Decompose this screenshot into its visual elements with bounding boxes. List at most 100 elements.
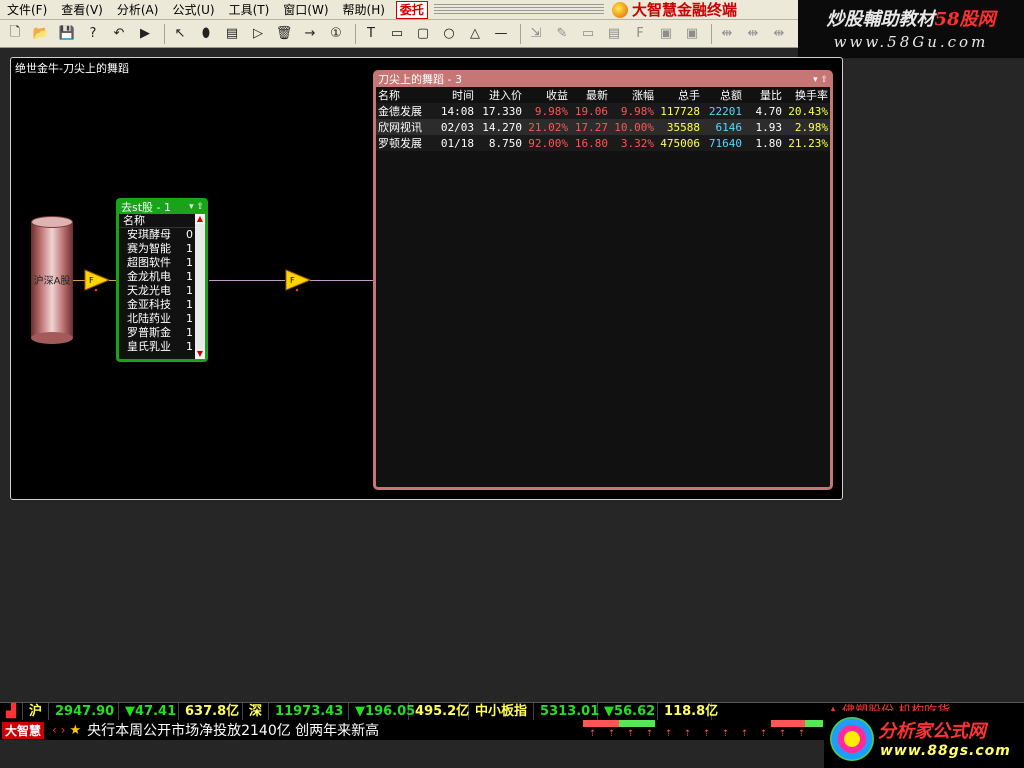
result-panel[interactable]: 刀尖上的舞蹈 - 3 ▾ ⇧ 名称 时间 进入价 收益 最新 涨幅 总手 总额 量比 换手率 金德… <box>373 70 833 490</box>
tool-d-icon[interactable]: ▤ <box>603 23 625 45</box>
scroll-up-icon[interactable]: ▲ <box>195 214 205 224</box>
table-row[interactable]: 欣网视讯 02/03 14.270 21.02% 17.27 10.00% 35588 614… <box>376 119 830 135</box>
up-arrow-icon: ⇡ <box>683 729 692 739</box>
filter-list-item[interactable]: 罗普斯金 1 <box>119 326 205 340</box>
formula-canvas[interactable]: 绝世金牛-刀尖上的舞蹈 沪深A股 F 去st股 - 1 ▾ ⇧ 名称 安琪酵母 0… <box>10 57 843 500</box>
filter-list-item[interactable]: 赛为智能 1 <box>119 242 205 256</box>
circle-icon[interactable]: ○ <box>438 23 460 45</box>
column-header[interactable]: 收益 <box>524 87 570 103</box>
column-header[interactable]: 总手 <box>656 87 702 103</box>
save-icon[interactable]: 💾 <box>56 23 78 45</box>
menu-file[interactable]: 文件(F) <box>0 0 54 20</box>
filter-panel[interactable]: 去st股 - 1 ▾ ⇧ 名称 安琪酵母 0 赛为智能 1 超图软件 1 金龙机电 1 天龙光电… <box>116 198 208 362</box>
filter-list-item[interactable]: 金龙机电 1 <box>119 270 205 284</box>
toolbar-separator <box>711 23 712 44</box>
stock-name: 北陆药业 <box>127 312 171 325</box>
filter-list-item[interactable]: 天龙光电 1 <box>119 284 205 298</box>
table-cell: 92.00% <box>524 135 570 151</box>
filter-icon[interactable]: ▷ <box>247 23 269 45</box>
column-header[interactable]: 涨幅 <box>610 87 656 103</box>
table-cell: 1.80 <box>744 135 784 151</box>
align-b-icon[interactable]: ⇹ <box>742 23 764 45</box>
help-icon[interactable]: ? <box>82 23 104 45</box>
result-panel-title: 刀尖上的舞蹈 - 3 <box>378 73 462 86</box>
menu-help[interactable]: 帮助(H) <box>336 0 392 20</box>
menu-window[interactable]: 窗口(W) <box>276 0 335 20</box>
news-nav-arrows[interactable]: ‹ › <box>52 723 65 737</box>
filter-node-1[interactable]: F <box>84 268 110 292</box>
triangle-icon[interactable]: △ <box>464 23 486 45</box>
table-cell: 9.98% <box>524 103 570 119</box>
tool-b-icon[interactable]: ✎ <box>551 23 573 45</box>
brand-name: 大智慧金融终端 <box>631 1 737 19</box>
dzh-logo: 大智慧 <box>2 721 45 739</box>
open-icon[interactable]: 📂 <box>30 23 52 45</box>
stock-name: 超图软件 <box>127 256 171 269</box>
menu-analysis[interactable]: 分析(A) <box>110 0 166 20</box>
up-arrow-icon: ⇡ <box>740 729 749 739</box>
menu-tools[interactable]: 工具(T) <box>222 0 277 20</box>
sz-index[interactable]: 11973.43 <box>269 702 350 721</box>
line-icon[interactable]: — <box>490 23 512 45</box>
new-icon[interactable]: 🗋 <box>4 23 26 45</box>
table-cell: 16.80 <box>570 135 610 151</box>
round-rect-icon[interactable]: ▢ <box>412 23 434 45</box>
align-a-icon[interactable]: ⇹ <box>716 23 738 45</box>
rect-icon[interactable]: ▭ <box>386 23 408 45</box>
tool-e-icon[interactable]: F <box>629 23 651 45</box>
sh-index[interactable]: 2947.90 <box>49 702 120 721</box>
database-node[interactable]: 沪深A股 <box>31 216 73 344</box>
filter-panel-header: 去st股 - 1 ▾ ⇧ <box>119 201 205 214</box>
column-header[interactable]: 时间 <box>438 87 476 103</box>
column-header[interactable]: 进入价 <box>476 87 524 103</box>
table-icon[interactable]: ▤ <box>221 23 243 45</box>
delegate-button[interactable]: 委托 <box>395 0 428 19</box>
column-header[interactable]: 名称 <box>376 87 438 103</box>
arrow-icon[interactable]: → <box>299 23 321 45</box>
tool-f-icon[interactable]: ▣ <box>655 23 677 45</box>
table-cell: 17.330 <box>476 103 524 119</box>
column-header[interactable]: 最新 <box>570 87 610 103</box>
up-arrow-icon: ⇡ <box>721 729 730 739</box>
filter-list-item[interactable]: 安琪酵母 0 <box>119 228 205 242</box>
brand: 大智慧金融终端 <box>611 0 737 20</box>
filter-triangle-icon: F <box>84 269 110 292</box>
stock-count: 1 <box>186 256 193 269</box>
scroll-down-icon[interactable]: ▼ <box>195 349 205 359</box>
table-row[interactable]: 金德发展 14:08 17.330 9.98% 19.06 9.98% 117728 2220… <box>376 103 830 119</box>
filter-node-2[interactable]: F <box>285 268 311 292</box>
align-c-icon[interactable]: ⇹ <box>768 23 790 45</box>
menu-view[interactable]: 查看(V) <box>54 0 110 20</box>
tool-a-icon[interactable]: ⇲ <box>525 23 547 45</box>
table-cell: 欣网视讯 <box>376 119 438 135</box>
column-header[interactable]: 总额 <box>702 87 744 103</box>
column-header[interactable]: 换手率 <box>784 87 830 103</box>
news-headline[interactable]: 央行本周公开市场净投放2140亿 创两年来新高 <box>87 720 379 740</box>
table-cell: 1.93 <box>744 119 784 135</box>
database-icon[interactable]: ⬮ <box>195 23 217 45</box>
text-icon[interactable]: T <box>360 23 382 45</box>
sme-index[interactable]: 5313.01 <box>534 702 599 721</box>
menubar-spacer <box>433 3 604 16</box>
pointer-icon[interactable]: ↖ <box>169 23 191 45</box>
filter-list-item[interactable]: 北陆药业 1 <box>119 312 205 326</box>
trash-icon[interactable]: 🗑 <box>273 23 295 45</box>
undo-icon[interactable]: ↶ <box>108 23 130 45</box>
filter-list-item[interactable]: 皇氏乳业 1 <box>119 340 205 354</box>
column-header[interactable]: 量比 <box>744 87 784 103</box>
number-icon[interactable]: ① <box>325 23 347 45</box>
watermark-bottom-title: 分析家公式网 <box>878 721 986 742</box>
filter-list-item[interactable]: 超图软件 1 <box>119 256 205 270</box>
table-row[interactable]: 罗顿发展 01/18 8.750 92.00% 16.80 3.32% 475006 7164… <box>376 135 830 151</box>
filter-list-item[interactable]: 金亚科技 1 <box>119 298 205 312</box>
star-icon: ★ <box>69 722 82 738</box>
sme-label: 中小板指 <box>469 702 535 721</box>
stock-count: 1 <box>186 298 193 311</box>
filter-panel-controls[interactable]: ▾ ⇧ <box>189 201 204 214</box>
tool-g-icon[interactable]: ▣ <box>681 23 703 45</box>
menu-formula[interactable]: 公式(U) <box>165 0 221 20</box>
run-icon[interactable]: ▶ <box>134 23 156 45</box>
tool-c-icon[interactable]: ▭ <box>577 23 599 45</box>
filter-panel-scrollbar[interactable]: ▲ ▼ <box>195 214 205 359</box>
result-panel-controls[interactable]: ▾ ⇧ <box>813 73 828 87</box>
